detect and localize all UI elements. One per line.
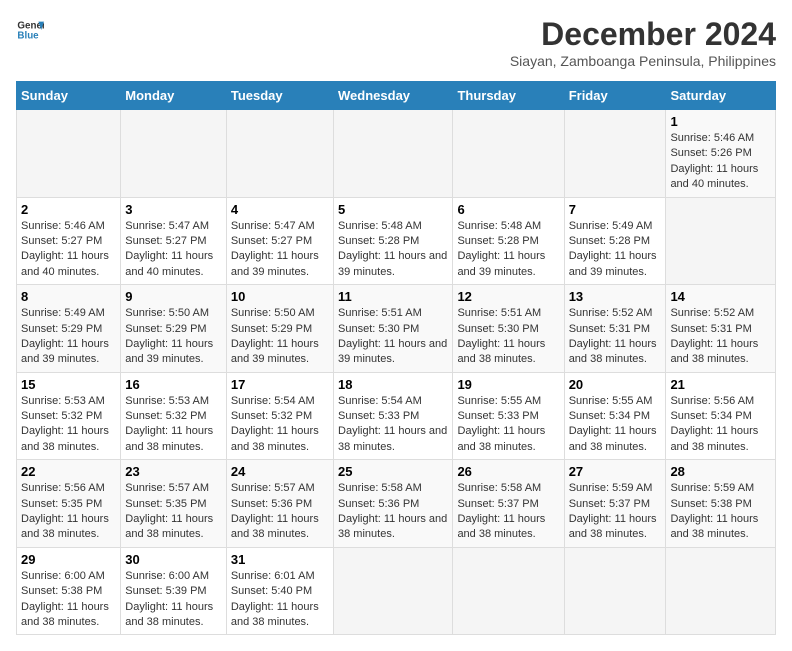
calendar-cell: 11Sunrise: 5:51 AMSunset: 5:30 PMDayligh… (334, 285, 453, 373)
calendar-cell: 18Sunrise: 5:54 AMSunset: 5:33 PMDayligh… (334, 372, 453, 460)
calendar-cell: 28Sunrise: 5:59 AMSunset: 5:38 PMDayligh… (666, 460, 776, 548)
weekday-header: Saturday (666, 82, 776, 110)
weekday-header: Friday (564, 82, 666, 110)
calendar-cell: 12Sunrise: 5:51 AMSunset: 5:30 PMDayligh… (453, 285, 564, 373)
title-area: December 2024 Siayan, Zamboanga Peninsul… (510, 16, 776, 69)
calendar-week-row: 8Sunrise: 5:49 AMSunset: 5:29 PMDaylight… (17, 285, 776, 373)
calendar-cell-empty (666, 197, 776, 285)
calendar-cell: 2Sunrise: 5:46 AMSunset: 5:27 PMDaylight… (17, 197, 121, 285)
calendar-cell: 17Sunrise: 5:54 AMSunset: 5:32 PMDayligh… (226, 372, 333, 460)
calendar-cell: 3Sunrise: 5:47 AMSunset: 5:27 PMDaylight… (121, 197, 227, 285)
calendar-cell-empty (453, 547, 564, 635)
weekday-header: Thursday (453, 82, 564, 110)
calendar-cell: 19Sunrise: 5:55 AMSunset: 5:33 PMDayligh… (453, 372, 564, 460)
calendar-week-row: 22Sunrise: 5:56 AMSunset: 5:35 PMDayligh… (17, 460, 776, 548)
calendar-cell: 10Sunrise: 5:50 AMSunset: 5:29 PMDayligh… (226, 285, 333, 373)
weekday-header: Tuesday (226, 82, 333, 110)
calendar-cell: 4Sunrise: 5:47 AMSunset: 5:27 PMDaylight… (226, 197, 333, 285)
calendar-cell: 20Sunrise: 5:55 AMSunset: 5:34 PMDayligh… (564, 372, 666, 460)
calendar-cell: 31Sunrise: 6:01 AMSunset: 5:40 PMDayligh… (226, 547, 333, 635)
calendar-table: SundayMondayTuesdayWednesdayThursdayFrid… (16, 81, 776, 635)
calendar-cell-empty (334, 547, 453, 635)
calendar-cell-empty (17, 110, 121, 198)
calendar-cell-empty (226, 110, 333, 198)
page-title: December 2024 (510, 16, 776, 53)
calendar-week-row: 15Sunrise: 5:53 AMSunset: 5:32 PMDayligh… (17, 372, 776, 460)
calendar-week-row: 29Sunrise: 6:00 AMSunset: 5:38 PMDayligh… (17, 547, 776, 635)
header: General Blue December 2024 Siayan, Zambo… (16, 16, 776, 69)
calendar-week-row: 2Sunrise: 5:46 AMSunset: 5:27 PMDaylight… (17, 197, 776, 285)
calendar-cell: 26Sunrise: 5:58 AMSunset: 5:37 PMDayligh… (453, 460, 564, 548)
calendar-cell: 1Sunrise: 5:46 AMSunset: 5:26 PMDaylight… (666, 110, 776, 198)
calendar-cell-empty (334, 110, 453, 198)
calendar-cell: 7Sunrise: 5:49 AMSunset: 5:28 PMDaylight… (564, 197, 666, 285)
calendar-cell: 27Sunrise: 5:59 AMSunset: 5:37 PMDayligh… (564, 460, 666, 548)
calendar-cell-empty (564, 547, 666, 635)
logo-icon: General Blue (16, 16, 44, 44)
calendar-cell: 21Sunrise: 5:56 AMSunset: 5:34 PMDayligh… (666, 372, 776, 460)
calendar-cell: 5Sunrise: 5:48 AMSunset: 5:28 PMDaylight… (334, 197, 453, 285)
calendar-week-row: 1Sunrise: 5:46 AMSunset: 5:26 PMDaylight… (17, 110, 776, 198)
calendar-cell: 9Sunrise: 5:50 AMSunset: 5:29 PMDaylight… (121, 285, 227, 373)
calendar-cell: 23Sunrise: 5:57 AMSunset: 5:35 PMDayligh… (121, 460, 227, 548)
weekday-header: Sunday (17, 82, 121, 110)
calendar-cell: 16Sunrise: 5:53 AMSunset: 5:32 PMDayligh… (121, 372, 227, 460)
calendar-cell: 15Sunrise: 5:53 AMSunset: 5:32 PMDayligh… (17, 372, 121, 460)
calendar-cell: 8Sunrise: 5:49 AMSunset: 5:29 PMDaylight… (17, 285, 121, 373)
svg-text:Blue: Blue (17, 30, 39, 41)
calendar-cell-empty (121, 110, 227, 198)
calendar-cell-empty (666, 547, 776, 635)
weekday-header: Wednesday (334, 82, 453, 110)
calendar-cell: 6Sunrise: 5:48 AMSunset: 5:28 PMDaylight… (453, 197, 564, 285)
logo: General Blue (16, 16, 44, 44)
calendar-cell-empty (453, 110, 564, 198)
calendar-cell-empty (564, 110, 666, 198)
calendar-cell: 30Sunrise: 6:00 AMSunset: 5:39 PMDayligh… (121, 547, 227, 635)
page-subtitle: Siayan, Zamboanga Peninsula, Philippines (510, 53, 776, 69)
calendar-cell: 25Sunrise: 5:58 AMSunset: 5:36 PMDayligh… (334, 460, 453, 548)
calendar-cell: 22Sunrise: 5:56 AMSunset: 5:35 PMDayligh… (17, 460, 121, 548)
weekday-header: Monday (121, 82, 227, 110)
calendar-cell: 14Sunrise: 5:52 AMSunset: 5:31 PMDayligh… (666, 285, 776, 373)
calendar-cell: 24Sunrise: 5:57 AMSunset: 5:36 PMDayligh… (226, 460, 333, 548)
calendar-cell: 29Sunrise: 6:00 AMSunset: 5:38 PMDayligh… (17, 547, 121, 635)
weekday-header-row: SundayMondayTuesdayWednesdayThursdayFrid… (17, 82, 776, 110)
calendar-cell: 13Sunrise: 5:52 AMSunset: 5:31 PMDayligh… (564, 285, 666, 373)
